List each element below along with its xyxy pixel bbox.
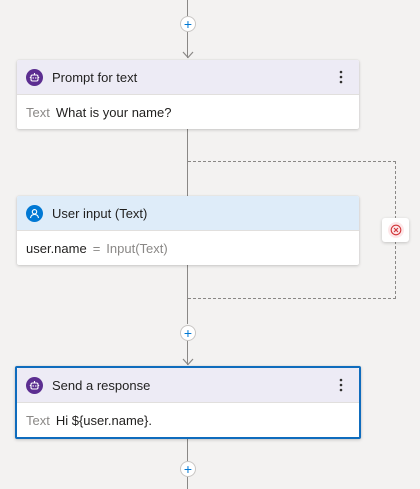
error-badge[interactable] <box>382 218 409 242</box>
node-header[interactable]: User input (Text) <box>17 196 359 231</box>
node-user-input[interactable]: User input (Text) user.name = Input(Text… <box>17 196 359 265</box>
node-body[interactable]: Text What is your name? <box>17 95 359 129</box>
connector-line <box>187 438 188 461</box>
more-options-icon[interactable] <box>331 375 351 395</box>
connector-line <box>187 477 188 489</box>
node-title: Prompt for text <box>52 69 138 85</box>
node-send-response[interactable]: Send a response Text Hi ${user.name}. <box>15 366 361 439</box>
flow-canvas: + + + Prompt for text Text What is your … <box>0 0 420 489</box>
connector-line <box>187 0 188 16</box>
assign-operator: = <box>92 240 101 256</box>
node-title: User input (Text) <box>52 205 148 221</box>
field-label: Text <box>26 412 50 428</box>
field-value: What is your name? <box>55 104 172 120</box>
node-header[interactable]: Send a response <box>17 368 359 403</box>
add-node-button[interactable]: + <box>180 16 196 32</box>
bot-icon <box>26 376 43 394</box>
bot-icon <box>26 68 43 86</box>
field-label: Text <box>26 104 50 120</box>
node-prompt-for-text[interactable]: Prompt for text Text What is your name? <box>17 60 359 129</box>
add-node-button[interactable]: + <box>180 325 196 341</box>
node-header[interactable]: Prompt for text <box>17 60 359 95</box>
field-value: Input(Text) <box>106 240 168 256</box>
field-value: Hi ${user.name}. <box>55 412 152 428</box>
variable-name: user.name <box>26 240 87 256</box>
more-options-icon[interactable] <box>331 67 351 87</box>
add-node-button[interactable]: + <box>180 461 196 477</box>
node-body[interactable]: Text Hi ${user.name}. <box>17 403 359 437</box>
user-icon <box>26 204 43 222</box>
error-circle-icon <box>387 222 404 238</box>
node-body[interactable]: user.name = Input(Text) <box>17 231 359 265</box>
node-title: Send a response <box>52 377 151 393</box>
